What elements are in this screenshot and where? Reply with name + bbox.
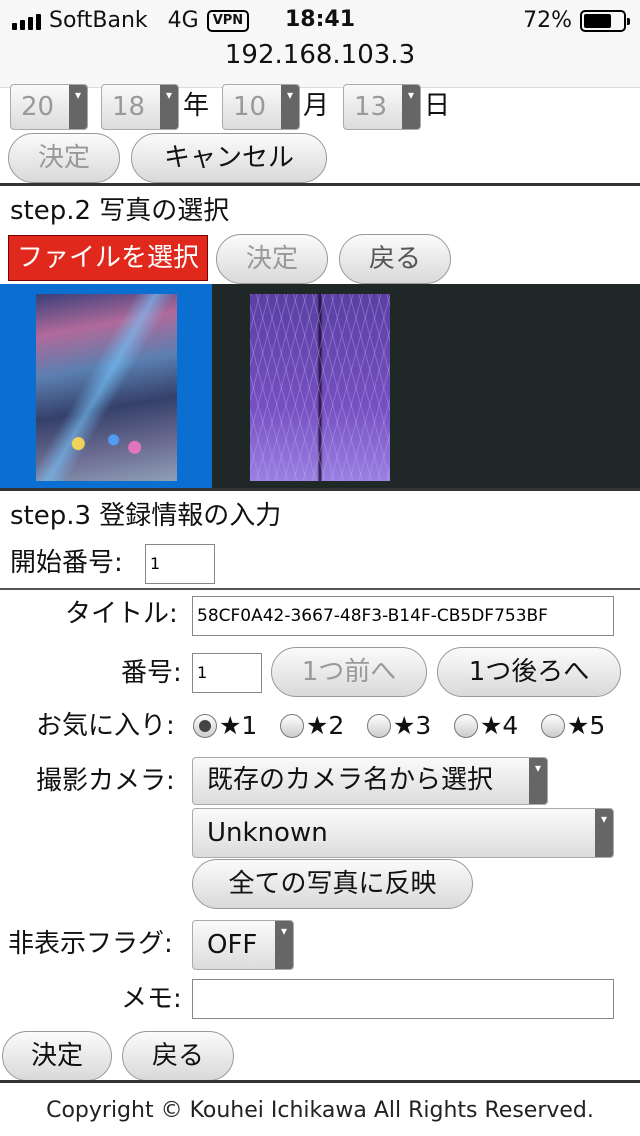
radio-icon [367, 714, 391, 738]
copyright-footer: Copyright © Kouhei Ichikawa All Rights R… [46, 1098, 594, 1123]
day-value: 13 [354, 92, 388, 122]
choose-file-button[interactable]: ファイルを選択 [8, 235, 208, 281]
step3-heading: step.3 登録情報の入力 [10, 501, 282, 531]
photo-back-button[interactable]: 戻る [339, 234, 451, 284]
divider [0, 1080, 640, 1083]
favorite-radio-4[interactable]: ★4 [454, 711, 518, 741]
battery-icon [580, 9, 630, 32]
century-select[interactable]: 20 ▾ [10, 84, 88, 130]
photo-thumbnail[interactable] [250, 294, 390, 481]
favorite-label: お気に入り: [36, 711, 175, 741]
photo-thumbnail[interactable] [36, 294, 177, 481]
century-value: 20 [21, 92, 55, 122]
divider [0, 588, 640, 590]
hidden-flag-value: OFF [207, 930, 258, 960]
start-number-label: 開始番号: [10, 548, 123, 578]
chevron-down-icon: ▾ [529, 758, 547, 804]
camera-existing-value: 既存のカメラ名から選択 [207, 765, 494, 795]
battery-percent: 72% [523, 8, 572, 33]
status-right: 72% [523, 8, 630, 33]
favorite-option-label: ★1 [219, 711, 258, 740]
hidden-flag-label: 非表示フラグ: [8, 929, 173, 959]
favorite-option-label: ★5 [567, 711, 606, 740]
photo-item-selected[interactable] [0, 284, 212, 488]
prev-button[interactable]: 1つ前へ [271, 647, 427, 697]
camera-value: Unknown [207, 818, 328, 848]
year-unit: 年 [183, 91, 210, 121]
title-input[interactable]: 58CF0A42-3667-48F3-B14F-CB5DF753BF [192, 596, 614, 636]
title-label: タイトル: [65, 599, 178, 629]
month-select[interactable]: 10 ▾ [222, 84, 300, 130]
date-cancel-button[interactable]: キャンセル [131, 133, 327, 183]
month-value: 10 [233, 92, 267, 122]
day-select[interactable]: 13 ▾ [343, 84, 421, 130]
number-label: 番号: [121, 658, 182, 688]
chevron-down-icon: ▾ [402, 85, 420, 129]
radio-icon [454, 714, 478, 738]
year-value: 18 [112, 92, 146, 122]
camera-label: 撮影カメラ: [36, 766, 175, 796]
memo-label: メモ: [121, 984, 182, 1014]
day-unit: 日 [424, 91, 451, 121]
camera-existing-select[interactable]: 既存のカメラ名から選択 ▾ [192, 757, 548, 805]
radio-icon [280, 714, 304, 738]
favorite-radio-3[interactable]: ★3 [367, 711, 431, 741]
favorite-radio-1[interactable]: ★1 [193, 711, 257, 741]
hidden-flag-select[interactable]: OFF ▾ [192, 920, 294, 970]
radio-icon [541, 714, 565, 738]
favorite-radio-5[interactable]: ★5 [541, 711, 605, 741]
apply-all-button[interactable]: 全ての写真に反映 [192, 859, 473, 909]
step2-heading: step.2 写真の選択 [10, 196, 230, 226]
chevron-down-icon: ▾ [69, 85, 87, 129]
chevron-down-icon: ▾ [160, 85, 178, 129]
chevron-down-icon: ▾ [595, 809, 613, 857]
address-url[interactable]: 192.168.103.3 [0, 40, 640, 70]
memo-input[interactable] [192, 979, 614, 1019]
status-bar: SoftBank 4G VPN 18:41 72% 192.168.103.3 [0, 0, 640, 88]
month-unit: 月 [303, 91, 330, 121]
radio-selected-icon [193, 714, 217, 738]
camera-select[interactable]: Unknown ▾ [192, 808, 614, 858]
favorite-option-label: ★4 [480, 711, 519, 740]
photo-confirm-button[interactable]: 決定 [216, 234, 328, 284]
photo-strip [0, 284, 640, 488]
favorite-option-label: ★3 [393, 711, 432, 740]
start-number-input[interactable]: 1 [145, 544, 215, 584]
divider [0, 488, 640, 491]
form-back-button[interactable]: 戻る [122, 1031, 234, 1081]
form-confirm-button[interactable]: 決定 [2, 1031, 112, 1081]
year-select[interactable]: 18 ▾ [101, 84, 179, 130]
favorite-option-label: ★2 [306, 711, 345, 740]
number-input[interactable]: 1 [192, 653, 262, 693]
favorite-radio-2[interactable]: ★2 [280, 711, 344, 741]
chevron-down-icon: ▾ [275, 921, 293, 969]
chevron-down-icon: ▾ [281, 85, 299, 129]
date-confirm-button[interactable]: 決定 [8, 133, 120, 183]
next-button[interactable]: 1つ後ろへ [437, 647, 621, 697]
divider [0, 183, 640, 186]
